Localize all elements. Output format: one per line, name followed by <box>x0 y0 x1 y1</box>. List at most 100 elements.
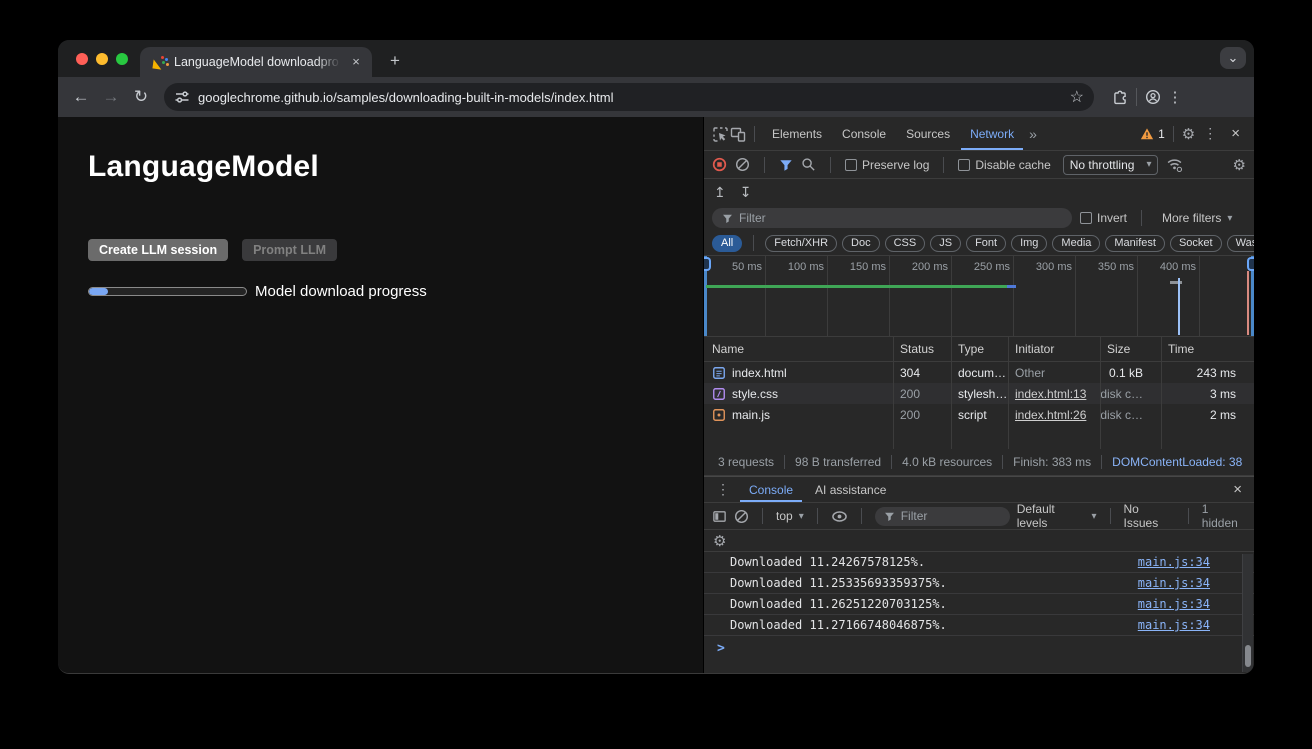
source-link[interactable]: main.js:34 <box>1138 555 1210 569</box>
browser-menu-icon[interactable]: ⋮ <box>1165 88 1185 106</box>
site-settings-icon[interactable] <box>174 89 190 105</box>
warning-count[interactable]: 1 <box>1158 127 1165 141</box>
chip-css[interactable]: CSS <box>885 235 926 252</box>
browser-tab[interactable]: LanguageModel downloadpro × <box>140 47 372 77</box>
live-expression-eye-icon[interactable] <box>831 508 848 525</box>
warning-icon[interactable] <box>1140 127 1154 141</box>
source-link[interactable]: main.js:34 <box>1138 618 1210 632</box>
chip-wasm[interactable]: Wasm <box>1227 235 1254 252</box>
divider <box>1173 126 1174 142</box>
network-filter-input[interactable]: Filter <box>712 208 1072 228</box>
finish-time: Finish: 383 ms <box>1003 455 1102 469</box>
drawer-tab-ai-assistance[interactable]: AI assistance <box>806 478 895 502</box>
request-row-main-js[interactable]: main.js 200 script index.html:26 (disk c… <box>704 404 1254 425</box>
checkbox-icon[interactable] <box>845 159 857 171</box>
initiator-link[interactable]: index.html:26 <box>1015 408 1086 422</box>
create-llm-session-button[interactable]: Create LLM session <box>88 239 228 261</box>
column-name[interactable]: Name <box>704 337 894 361</box>
console-prompt[interactable]: > <box>704 636 1254 660</box>
log-levels-dropdown[interactable]: Default levels ▾ <box>1017 502 1097 530</box>
tab-close-icon[interactable]: × <box>348 54 364 70</box>
tab-network[interactable]: Network <box>961 118 1023 150</box>
chip-img[interactable]: Img <box>1011 235 1047 252</box>
extensions-icon[interactable] <box>1112 89 1128 105</box>
scrollbar-thumb[interactable] <box>1245 645 1251 667</box>
devtools-menu-icon[interactable]: ⋮ <box>1197 125 1223 142</box>
chip-font[interactable]: Font <box>966 235 1006 252</box>
column-time[interactable]: Time <box>1162 337 1254 361</box>
profile-icon[interactable] <box>1145 89 1161 105</box>
context-selector[interactable]: top ▾ <box>776 509 804 523</box>
checkbox-icon[interactable] <box>1080 212 1092 224</box>
devtools-settings-gear-icon[interactable]: ⚙ <box>1182 125 1195 143</box>
export-har-icon[interactable]: ↧ <box>740 184 752 201</box>
divider <box>943 157 944 173</box>
checkbox-icon[interactable] <box>958 159 970 171</box>
disable-cache-checkbox[interactable]: Disable cache <box>958 158 1050 172</box>
chip-manifest[interactable]: Manifest <box>1105 235 1165 252</box>
progress-label: Model download progress <box>255 283 427 300</box>
chip-js[interactable]: JS <box>930 235 961 252</box>
clear-network-log-icon[interactable] <box>735 157 750 172</box>
chip-socket[interactable]: Socket <box>1170 235 1222 252</box>
chip-media[interactable]: Media <box>1052 235 1100 252</box>
request-row-index-html[interactable]: index.html 304 docum… Other 0.1 kB 243 m… <box>704 362 1254 383</box>
filter-funnel-icon[interactable] <box>779 158 793 172</box>
chip-all[interactable]: All <box>712 235 742 252</box>
preserve-log-checkbox[interactable]: Preserve log <box>845 158 929 172</box>
devtools-close-icon[interactable]: × <box>1225 125 1246 142</box>
chip-doc[interactable]: Doc <box>842 235 880 252</box>
column-status[interactable]: Status <box>894 337 952 361</box>
back-button[interactable]: ← <box>68 84 94 110</box>
record-network-log-icon[interactable] <box>712 157 727 172</box>
invert-checkbox[interactable]: Invert <box>1080 211 1127 225</box>
close-window-button[interactable] <box>76 53 88 65</box>
import-har-icon[interactable]: ↥ <box>714 184 726 201</box>
throttling-dropdown[interactable]: No throttling ▾ <box>1063 155 1159 175</box>
issues-counter[interactable]: No Issues <box>1124 502 1175 530</box>
tab-sources[interactable]: Sources <box>897 118 959 150</box>
drawer-close-icon[interactable]: × <box>1227 481 1248 498</box>
initiator-link[interactable]: index.html:13 <box>1015 387 1086 401</box>
console-filter-input[interactable]: Filter <box>875 507 1010 526</box>
search-icon[interactable] <box>801 157 816 172</box>
dropdown-arrow-icon: ▾ <box>1146 159 1151 170</box>
tab-elements[interactable]: Elements <box>763 118 831 150</box>
console-settings-gear-icon[interactable]: ⚙ <box>713 532 726 550</box>
timeline-left-handle[interactable] <box>704 257 711 271</box>
bookmark-star-icon[interactable]: ☆ <box>1070 87 1084 107</box>
inspect-element-icon[interactable] <box>712 126 728 142</box>
console-sidebar-icon[interactable] <box>712 509 727 524</box>
network-settings-gear-icon[interactable]: ⚙ <box>1233 156 1246 174</box>
more-filters-dropdown[interactable]: More filters ▾ <box>1156 211 1238 225</box>
hidden-messages-count[interactable]: 1 hidden <box>1202 502 1246 530</box>
drawer-menu-icon[interactable]: ⋮ <box>710 481 736 498</box>
forward-button[interactable]: → <box>98 84 124 110</box>
network-conditions-icon[interactable] <box>1166 156 1183 173</box>
source-link[interactable]: main.js:34 <box>1138 576 1210 590</box>
device-toolbar-icon[interactable] <box>730 126 746 142</box>
tab-title: LanguageModel downloadpro <box>174 55 341 69</box>
timeline-right-handle[interactable] <box>1247 257 1254 271</box>
resources: 4.0 kB resources <box>892 455 1003 469</box>
timeline-activity-bar <box>706 285 1007 288</box>
column-type[interactable]: Type <box>952 337 1009 361</box>
tab-search-chevron-button[interactable]: ⌄ <box>1220 47 1246 69</box>
clear-console-icon[interactable] <box>734 509 749 524</box>
devtools-panel: Elements Console Sources Network » 1 ⚙ ⋮… <box>703 117 1254 674</box>
source-link[interactable]: main.js:34 <box>1138 597 1210 611</box>
reload-button[interactable]: ↻ <box>128 84 154 110</box>
console-scrollbar[interactable] <box>1242 554 1253 672</box>
drawer-tab-console[interactable]: Console <box>740 478 802 502</box>
minimize-window-button[interactable] <box>96 53 108 65</box>
fullscreen-window-button[interactable] <box>116 53 128 65</box>
column-size[interactable]: Size <box>1101 337 1162 361</box>
address-bar[interactable]: googlechrome.github.io/samples/downloadi… <box>164 83 1094 111</box>
more-tabs-icon[interactable]: » <box>1025 126 1041 142</box>
tab-console[interactable]: Console <box>833 118 895 150</box>
network-timeline-overview[interactable]: 50 ms 100 ms 150 ms 200 ms 250 ms 300 ms… <box>704 256 1254 337</box>
new-tab-button[interactable]: + <box>384 50 406 72</box>
request-row-style-css[interactable]: style.css 200 stylesh… index.html:13 (di… <box>704 383 1254 404</box>
column-initiator[interactable]: Initiator <box>1009 337 1101 361</box>
chip-fetch-xhr[interactable]: Fetch/XHR <box>765 235 837 252</box>
